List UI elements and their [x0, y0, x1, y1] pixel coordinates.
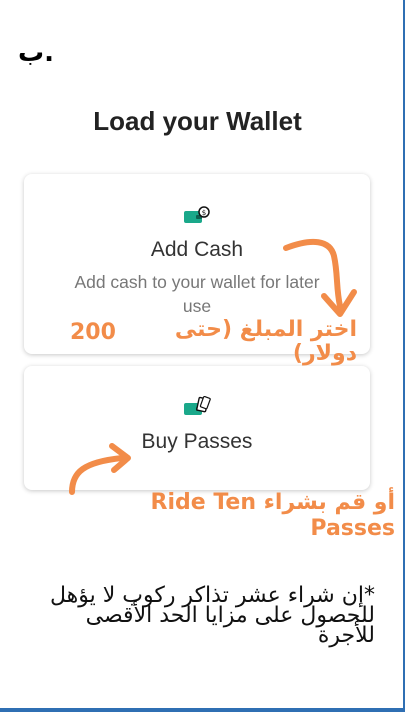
curved-arrow-down-icon — [283, 238, 357, 317]
step-label: ب. — [18, 38, 55, 68]
page-title: Load your Wallet — [93, 106, 302, 136]
svg-text:$: $ — [202, 209, 206, 217]
frame-bottom-border — [0, 708, 405, 712]
buy-passes-annotation: أو قم بشراء Ride Ten Passes — [150, 490, 395, 541]
add-cash-annotation: اختر المبلغ (حتى دولار) — [174, 317, 357, 366]
add-cash-amount-annotation: 200 — [70, 320, 116, 345]
footer-note: *إن شراء عشر تذاكر ركوب لا يؤهل للحصول ع… — [49, 583, 375, 648]
wallet-cash-icon: $ — [184, 206, 210, 223]
wallet-passes-icon — [184, 396, 211, 415]
